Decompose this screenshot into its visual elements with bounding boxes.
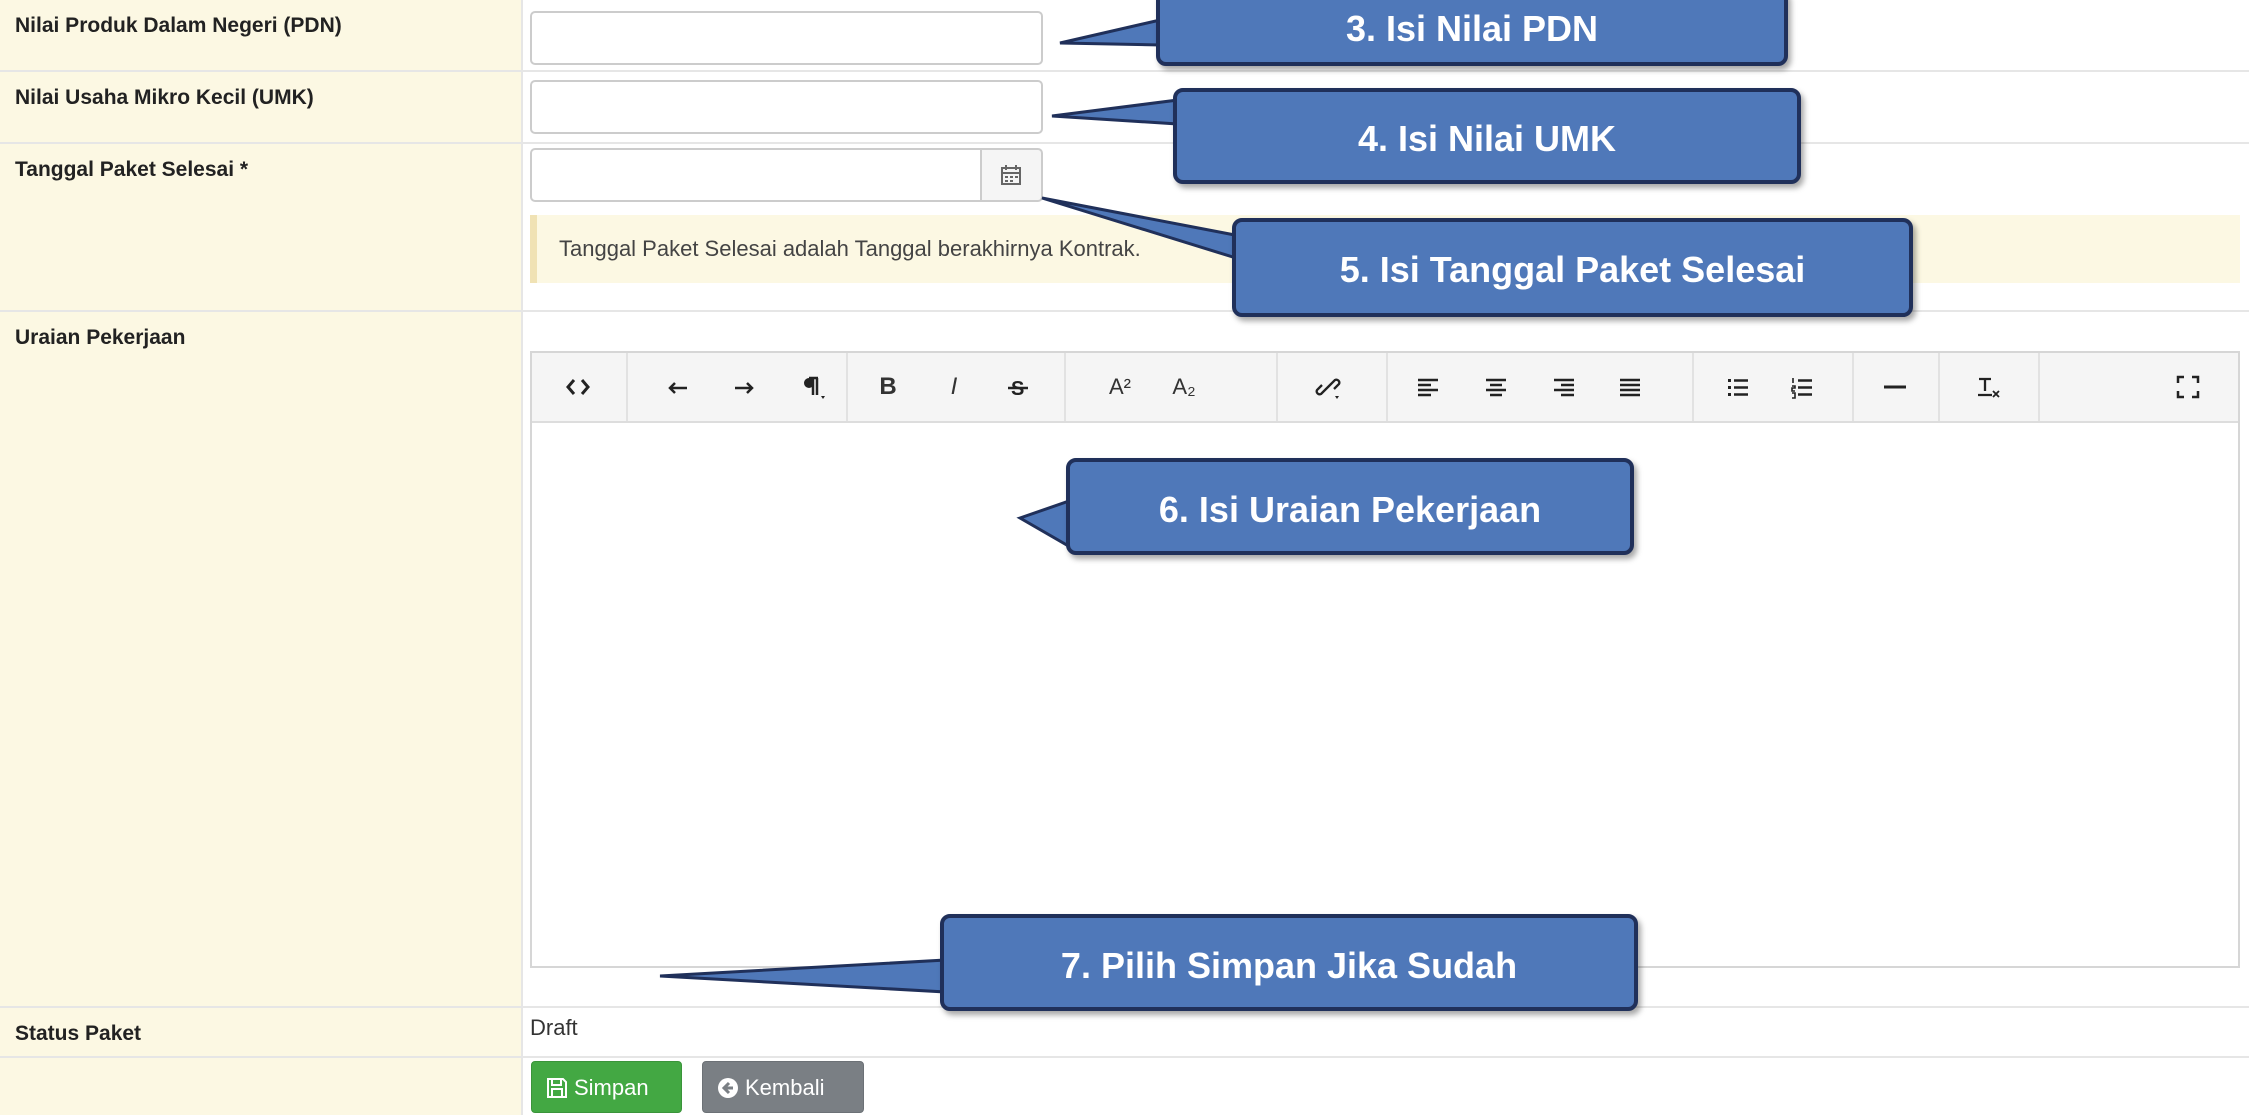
callout-step-3: 3. Isi Nilai PDN bbox=[1156, 0, 1788, 66]
callout-step-5: 5. Isi Tanggal Paket Selesai bbox=[1232, 218, 1913, 317]
callout-step-6: 6. Isi Uraian Pekerjaan bbox=[1066, 458, 1634, 555]
callout-step-5-text: 5. Isi Tanggal Paket Selesai bbox=[1339, 249, 1806, 290]
callout-step-7: 7. Pilih Simpan Jika Sudah bbox=[940, 914, 1638, 1011]
callout-step-7-text: 7. Pilih Simpan Jika Sudah bbox=[1060, 945, 1518, 986]
callout-step-4: 4. Isi Nilai UMK bbox=[1173, 88, 1801, 184]
callout-step-4-text: 4. Isi Nilai UMK bbox=[1357, 118, 1617, 159]
callout-step-3-text: 3. Isi Nilai PDN bbox=[1345, 8, 1599, 49]
callout-step-6-text: 6. Isi Uraian Pekerjaan bbox=[1158, 489, 1542, 530]
